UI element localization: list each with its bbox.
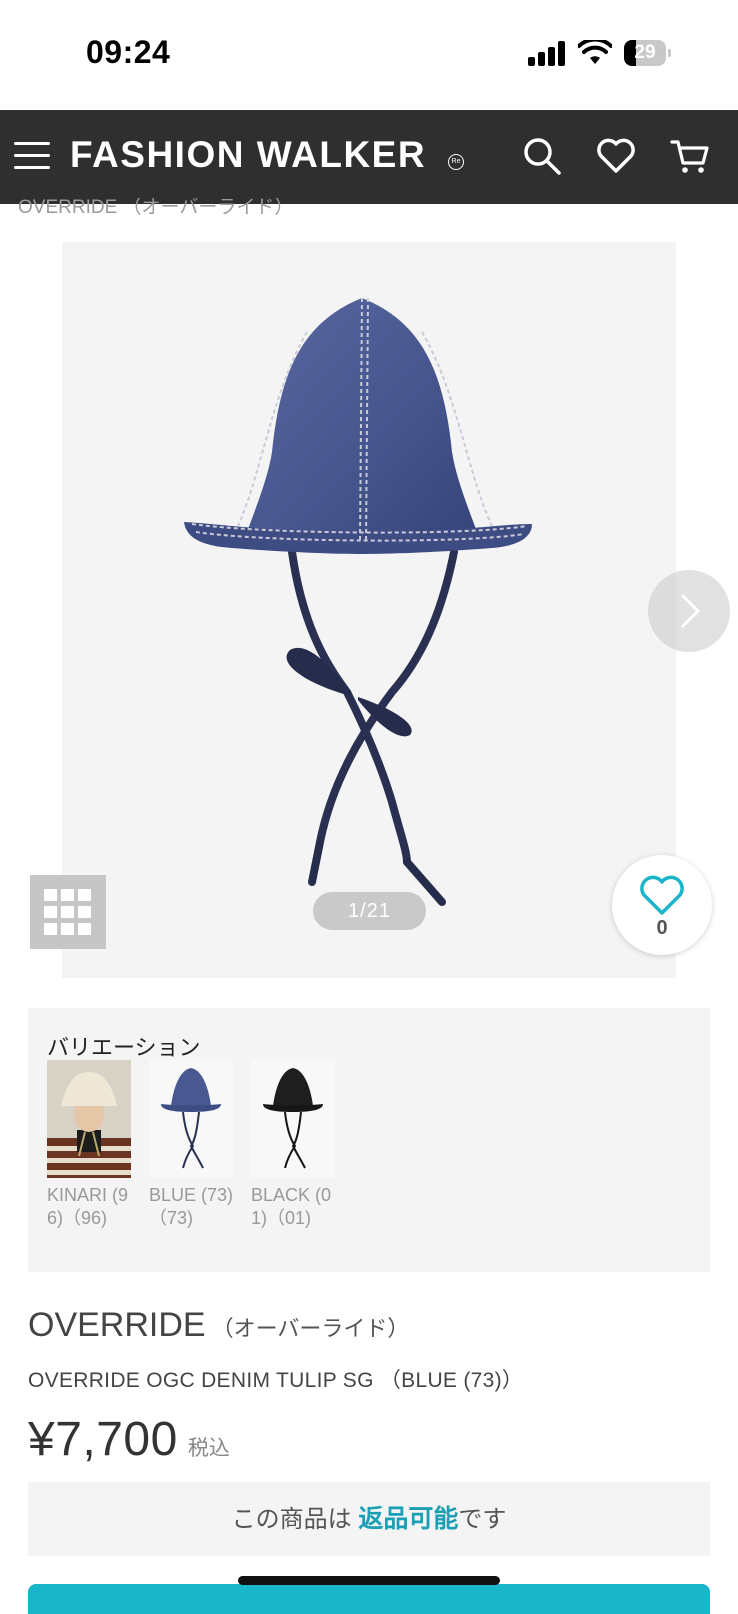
favorite-count: 0: [656, 917, 668, 939]
cart-icon[interactable]: [670, 136, 710, 176]
product-price: ¥7,700: [28, 1413, 178, 1466]
site-header: FASHION WALKER Re: [0, 110, 738, 204]
image-counter: 1/21: [313, 892, 426, 930]
variations-panel: バリエーション KINARI (96)（96) BLUE (73)（73) BL…: [28, 1008, 710, 1272]
variation-thumbnail: [251, 1060, 335, 1178]
variation-thumbnail: [149, 1060, 233, 1178]
home-indicator: [238, 1576, 500, 1585]
add-to-cart-button[interactable]: [28, 1584, 710, 1614]
heart-icon[interactable]: [596, 136, 636, 176]
status-bar: 09:24 29: [0, 0, 738, 110]
variation-label: KINARI (96)（96): [47, 1185, 129, 1228]
tax-label: 税込: [187, 1437, 230, 1460]
favorite-button[interactable]: 0: [612, 855, 712, 955]
battery-icon: 29: [624, 40, 674, 66]
variation-thumbnail: [47, 1060, 131, 1178]
status-time: 09:24: [86, 34, 171, 70]
cellular-signal-icon: [528, 40, 568, 66]
site-logo[interactable]: FASHION WALKER: [70, 134, 426, 176]
search-icon[interactable]: [522, 136, 562, 176]
wifi-icon: [578, 40, 612, 64]
variation-kinari[interactable]: KINARI (96)（96): [47, 1060, 133, 1230]
variation-blue[interactable]: BLUE (73)（73): [149, 1060, 235, 1230]
brand-name[interactable]: OVERRIDE: [28, 1306, 206, 1344]
variations-title: バリエーション: [47, 1035, 201, 1060]
price-line: ¥7,700 税込: [28, 1412, 230, 1467]
variation-black[interactable]: BLACK (01)（01): [251, 1060, 337, 1230]
thumbnail-grid-icon[interactable]: [30, 875, 106, 949]
brand-kana: （オーバーライド）: [211, 1316, 410, 1341]
product-name: OVERRIDE OGC DENIM TULIP SG （BLUE (73)）: [28, 1369, 524, 1392]
battery-level: 29: [634, 42, 656, 63]
return-prefix: この商品は: [231, 1506, 359, 1533]
favorite-heart-icon: [640, 875, 684, 915]
logo-mark: Re: [448, 154, 464, 170]
product-main-image[interactable]: [62, 242, 676, 978]
next-image-chevron-right-icon[interactable]: [648, 570, 730, 652]
return-suffix: です: [458, 1506, 507, 1533]
returnable-link[interactable]: 返品可能: [358, 1505, 458, 1533]
hamburger-menu-icon[interactable]: [14, 138, 50, 174]
denim-tulip-hat-image: [184, 297, 532, 906]
brand-line[interactable]: OVERRIDE （オーバーライド）: [28, 1306, 409, 1345]
return-policy-box: この商品は 返品可能です: [28, 1482, 710, 1556]
variation-label: BLUE (73)（73): [149, 1185, 234, 1228]
variation-label: BLACK (01)（01): [251, 1185, 332, 1228]
